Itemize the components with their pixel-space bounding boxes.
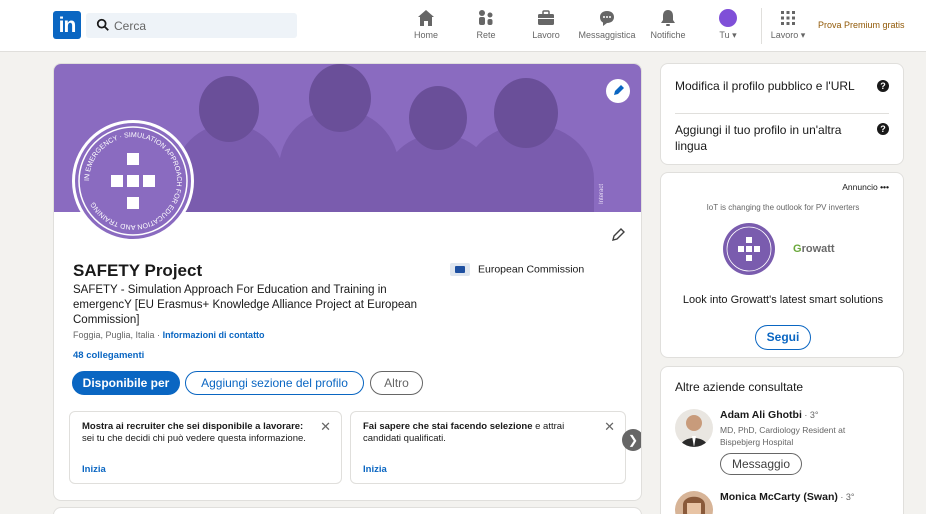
banner-watermark: Interact [599,184,605,205]
growatt-logo[interactable]: Growatt [793,243,835,255]
ad-label-text: Annuncio [842,182,878,192]
ad-card: Annuncio ••• IoT is changing the outlook… [660,172,904,358]
nav-me-label: Tu ▾ [719,30,737,40]
ad-profile-logo[interactable] [723,223,775,275]
pencil-icon [614,85,624,95]
nav-jobs-label: Lavoro [532,30,560,40]
ad-tagline: IoT is changing the outlook for PV inver… [706,203,860,212]
connections-link[interactable]: 48 collegamenti [73,350,144,361]
search-input[interactable] [114,13,292,38]
nav-messaging[interactable]: Messaggistica [578,9,636,45]
close-icon[interactable]: ✕ [604,419,615,435]
grid-icon [781,11,795,25]
nav-notifications[interactable]: Notifiche [648,9,688,45]
follow-button[interactable]: Segui [755,325,811,350]
company-link[interactable]: European Commission [450,263,584,279]
connection-degree: · 3° [837,492,855,502]
person-name-text: Adam Ali Ghotbi [720,409,802,421]
top-nav: in Home Rete Lavoro Messaggistica Notifi… [0,0,926,52]
add-profile-section-button[interactable]: Aggiungi sezione del profilo [185,371,364,395]
briefcase-icon [538,10,554,25]
logo-cross-icon: IN EMERGENCY · SIMULATION APPROACH FOR E… [78,126,188,236]
ad-text: Look into Growatt's latest smart solutio… [682,294,884,306]
contact-info-link[interactable]: Informazioni di contatto [163,330,265,340]
person-headline: MD, PhD, Cardiology Resident at Bispebje… [720,425,846,447]
nav-network[interactable]: Rete [474,9,498,45]
person-name[interactable]: Monica McCarty (Swan) · 3° [720,491,854,503]
open-to-work-card[interactable]: Mostra ai recruiter che sei disponibile … [69,411,342,484]
network-icon [479,10,493,25]
help-icon[interactable]: ? [877,123,889,135]
profile-headline: SAFETY - Simulation Approach For Educati… [73,284,418,326]
search-icon [96,18,109,31]
divider [675,113,889,114]
person-name[interactable]: Adam Ali Ghotbi · 3° [720,409,818,421]
banner-figure [409,86,467,150]
hiring-bold: Fai sapere che stai facendo selezione [363,421,533,432]
next-section-card [53,507,642,514]
open-to-button[interactable]: Disponibile per [72,371,180,395]
more-icon[interactable]: ••• [880,182,889,192]
location-text: Foggia, Puglia, Italia · [73,330,163,340]
open-to-work-start-link[interactable]: Inizia [82,464,106,475]
growatt-logo-rest: rowatt [801,243,835,255]
nav-work[interactable]: Lavoro ▾ [766,9,810,45]
logo-cross-icon [726,226,772,272]
hiring-card[interactable]: Fai sapere che stai facendo selezione e … [350,411,626,484]
open-to-work-text: Mostra ai recruiter che sei disponibile … [82,421,318,445]
nav-home[interactable]: Home [412,9,440,45]
more-button[interactable]: Altro [370,371,423,395]
nav-divider [761,8,762,44]
nav-network-label: Rete [476,30,496,40]
hiring-text: Fai sapere che stai facendo selezione e … [363,421,599,445]
connection-degree: · 3° [801,410,819,420]
home-icon [418,10,434,26]
edit-intro-pencil-icon[interactable] [610,227,626,243]
company-logo: IN EMERGENCY · SIMULATION APPROACH FOR E… [72,120,194,242]
eu-flag-icon [450,263,470,276]
chevron-right-icon[interactable]: ❯ [622,429,641,451]
edit-banner-button[interactable] [606,79,630,103]
avatar[interactable] [675,409,713,447]
profile-name: SAFETY Project [73,261,203,280]
hiring-start-link[interactable]: Inizia [363,464,387,475]
banner-figure [199,76,259,142]
open-to-work-body: sei tu che decidi chi può vedere questa … [82,433,306,444]
company-name: European Commission [478,263,585,276]
nav-messaging-label: Messaggistica [578,30,636,40]
message-button[interactable]: Messaggio [720,453,802,475]
list-item[interactable]: Adam Ali Ghotbi · 3° MD, PhD, Cardiology… [675,409,891,481]
profile-settings-card: Modifica il profilo pubblico e l'URL ? A… [660,63,904,165]
avatar[interactable] [675,491,713,514]
nav-home-label: Home [413,30,438,40]
help-icon[interactable]: ? [877,80,889,92]
search-bar[interactable] [86,13,297,38]
nav-work-label: Lavoro ▾ [770,30,806,40]
premium-link[interactable]: Prova Premium gratis [818,20,905,30]
profile-card: Interact IN EMERGENCY · SIMULATION APPRO… [53,63,642,501]
open-to-work-bold: Mostra ai recruiter che sei disponibile … [82,421,304,432]
avatar-icon [719,9,737,27]
banner-figure [309,64,371,132]
linkedin-logo-icon[interactable]: in [53,11,81,39]
people-card-title: Altre aziende consultate [675,380,804,394]
people-also-viewed-card: Altre aziende consultate Adam Ali Ghotbi… [660,366,904,514]
growatt-logo-initial: G [793,243,802,255]
nav-jobs[interactable]: Lavoro [530,9,562,45]
add-language-link[interactable]: Aggiungi il tuo profilo in un'altra ling… [675,122,861,154]
profile-location: Foggia, Puglia, Italia · Informazioni di… [73,330,265,340]
messaging-icon [600,11,614,26]
nav-notifications-label: Notifiche [650,30,686,40]
bell-icon [661,10,675,26]
banner-figure [494,78,558,148]
person-name-text: Monica McCarty (Swan) [720,491,838,503]
ad-label: Annuncio ••• [842,182,889,192]
nav-me[interactable]: Tu ▾ [714,9,742,45]
close-icon[interactable]: ✕ [320,419,331,435]
list-item[interactable]: Monica McCarty (Swan) · 3° [675,491,891,514]
edit-public-profile-link[interactable]: Modifica il profilo pubblico e l'URL [675,78,865,94]
